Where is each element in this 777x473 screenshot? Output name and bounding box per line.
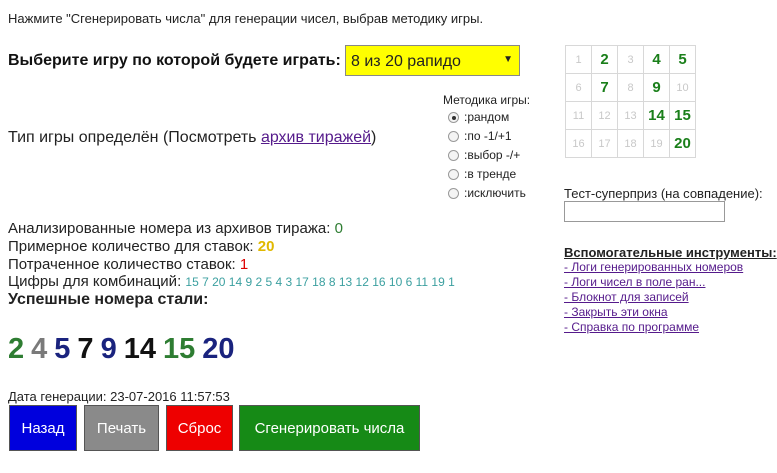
number-grid: 1 2 3 4 5 6 7 8 9 10 11 12 13 14 15 16 1…: [565, 45, 696, 158]
grid-cell[interactable]: 3: [617, 45, 644, 74]
method-option-label: :выбор -/+: [464, 148, 521, 162]
grid-cell[interactable]: 15: [669, 101, 696, 130]
generation-date: Дата генерации: 23-07-2016 11:57:53: [8, 389, 230, 404]
tool-link-close-windows[interactable]: - Закрыть эти окна: [564, 305, 668, 319]
winning-number: 14: [123, 333, 156, 365]
chevron-down-icon: ▼: [503, 54, 513, 65]
game-select[interactable]: 8 из 20 рапидо ▼: [345, 45, 520, 76]
generate-button[interactable]: Сгенерировать числа: [239, 405, 420, 451]
game-type-label-end: ): [371, 129, 377, 146]
radio-button[interactable]: [448, 112, 459, 124]
grid-row: 11 12 13 14 15: [565, 101, 696, 130]
winning-number: 4: [31, 333, 48, 365]
method-option-exclude[interactable]: :исключить: [448, 186, 526, 203]
radio-button[interactable]: [448, 188, 459, 200]
tool-link-help[interactable]: - Справка по программе: [564, 320, 699, 334]
tool-link-notepad[interactable]: - Блокнот для записей: [564, 290, 689, 304]
test-superprize-input[interactable]: [564, 201, 725, 222]
grid-cell[interactable]: 1: [565, 45, 592, 74]
game-type-text: Тип игры определён (Посмотреть архив тир…: [8, 129, 376, 147]
winning-number: 9: [100, 333, 117, 365]
grid-cell[interactable]: 14: [643, 101, 670, 130]
print-button[interactable]: Печать: [84, 405, 159, 451]
test-superprize-label: Тест-суперприз (на совпадение):: [564, 186, 763, 201]
archive-link[interactable]: архив тиражей: [261, 129, 371, 146]
stat-approx: Примерное количество для ставок: 20: [8, 238, 274, 255]
method-option-label: :исключить: [464, 186, 526, 200]
instruction-hint: Нажмите "Сгенерировать числа" для генера…: [8, 11, 484, 26]
grid-cell[interactable]: 9: [643, 73, 670, 102]
radio-button[interactable]: [448, 169, 459, 181]
method-title: Методика игры:: [443, 93, 531, 107]
stat-approx-label: Примерное количество для ставок:: [8, 238, 258, 255]
game-select-label: Выберите игру по которой будете играть:: [8, 52, 341, 69]
grid-row: 16 17 18 19 20: [565, 129, 696, 158]
stat-spent: Потраченное количество ставок: 1: [8, 256, 248, 273]
method-option-label: :в тренде: [464, 167, 517, 181]
grid-cell[interactable]: 5: [669, 45, 696, 74]
tool-link-generated-logs[interactable]: - Логи генерированных номеров: [564, 260, 743, 274]
winning-number: 20: [202, 333, 235, 365]
grid-cell[interactable]: 8: [617, 73, 644, 102]
method-option-plusminus[interactable]: :по -1/+1: [448, 129, 512, 146]
winning-number: 2: [8, 333, 25, 365]
stat-approx-value: 20: [257, 238, 275, 255]
method-option-trend[interactable]: :в тренде: [448, 167, 516, 184]
grid-cell[interactable]: 17: [591, 129, 618, 158]
tool-link-calc-logs[interactable]: - Логи чисел в поле ран...: [564, 275, 705, 289]
stat-digits-label: Цифры для комбинаций:: [8, 273, 186, 290]
grid-row: 1 2 3 4 5: [565, 45, 696, 74]
grid-cell[interactable]: 11: [565, 101, 592, 130]
grid-cell[interactable]: 10: [669, 73, 696, 102]
grid-cell[interactable]: 13: [617, 101, 644, 130]
radio-button[interactable]: [448, 150, 459, 162]
reset-button[interactable]: Сброс: [166, 405, 233, 451]
stat-spent-value: 1: [239, 256, 249, 273]
grid-cell[interactable]: 12: [591, 101, 618, 130]
grid-cell[interactable]: 16: [565, 129, 592, 158]
game-select-value: 8 из 20 рапидо: [351, 53, 461, 70]
grid-row: 6 7 8 9 10: [565, 73, 696, 102]
stat-spent-label: Потраченное количество ставок:: [8, 256, 240, 273]
stat-analyzed-value: 0: [334, 220, 343, 237]
grid-cell[interactable]: 2: [591, 45, 618, 74]
back-button[interactable]: Назад: [9, 405, 77, 451]
grid-cell[interactable]: 18: [617, 129, 644, 158]
radio-button[interactable]: [448, 131, 459, 143]
success-title: Успешные номера стали:: [8, 291, 209, 308]
stat-digits: Цифры для комбинаций: 15 7 20 14 9 2 5 4…: [8, 273, 455, 290]
method-option-random[interactable]: :рандом: [448, 110, 509, 127]
method-option-choice[interactable]: :выбор -/+: [448, 148, 520, 165]
stat-digits-value: 15 7 20 14 9 2 5 4 3 17 18 8 13 12 16 10…: [185, 275, 455, 289]
game-type-label: Тип игры определён (Посмотреть: [8, 129, 261, 146]
winning-number: 15: [162, 333, 196, 365]
winning-numbers: 2 4 5 7 9 14 15 20: [8, 333, 242, 366]
grid-cell[interactable]: 6: [565, 73, 592, 102]
winning-number: 5: [54, 333, 71, 365]
grid-cell[interactable]: 7: [591, 73, 618, 102]
grid-cell[interactable]: 4: [643, 45, 670, 74]
grid-cell[interactable]: 20: [669, 129, 696, 158]
tools-title: Вспомогательные инструменты:: [564, 245, 777, 260]
stat-analyzed-label: Анализированные номера из архивов тиража…: [8, 220, 335, 237]
method-option-label: :рандом: [464, 110, 510, 124]
grid-cell[interactable]: 19: [643, 129, 670, 158]
winning-number: 7: [77, 333, 94, 365]
method-option-label: :по -1/+1: [464, 129, 512, 143]
stat-analyzed: Анализированные номера из архивов тиража…: [8, 220, 343, 237]
